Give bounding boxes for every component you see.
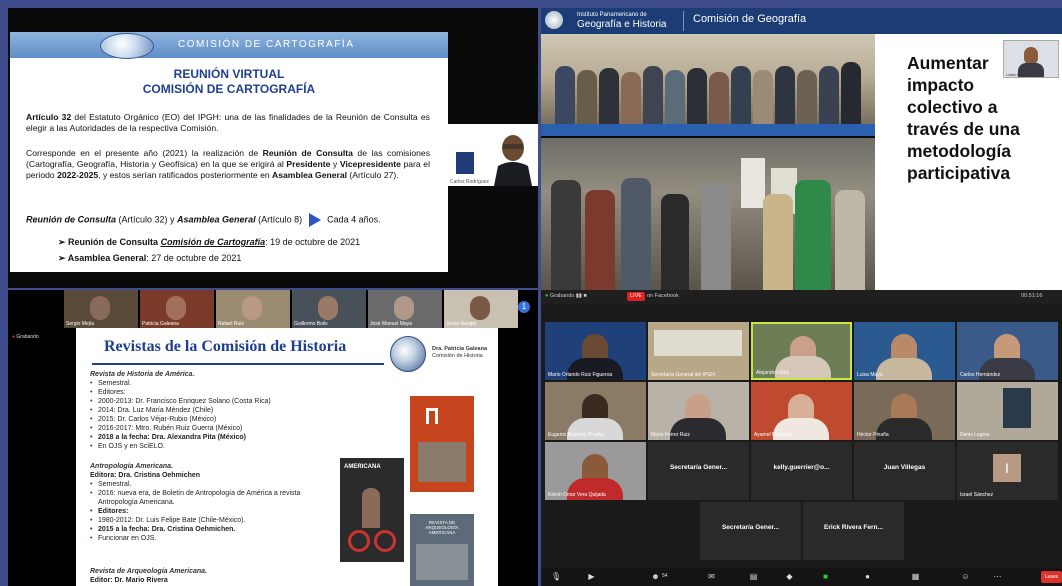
slide-paragraph-1: Artículo 32 del Estatuto Orgánico (EO) d… (26, 112, 430, 133)
banner-title: COMISIÓN DE CARTOGRAFÍA (178, 39, 355, 50)
participant-tile-no-video[interactable]: Secretaría Gener... (648, 442, 749, 500)
slide-title: Revistas de la Comisión de Historia (104, 338, 347, 355)
journal-cover-antropologia: AMERICANA (340, 458, 404, 562)
participant-thumb[interactable]: José Manuel Maya (368, 290, 442, 328)
participant-tile[interactable]: Denis Legros (957, 382, 1058, 440)
org-name: Instituto Panamericano de Geografía e Hi… (577, 12, 667, 30)
presenter-name: Carlos Rodríguez (450, 179, 489, 185)
participant-tile-no-video[interactable]: Juan Villegas (854, 442, 955, 500)
slide-banner: COMISIÓN DE CARTOGRAFÍA (10, 32, 448, 59)
arrow-right-icon (308, 213, 321, 227)
participant-tile[interactable]: Eugenio Rolando Pinaña (545, 382, 646, 440)
participant-thumb[interactable]: Jesús Rangel (444, 290, 518, 328)
slide-bullet-1: ➢ Reunión de Consulta Comisión de Cartog… (58, 237, 361, 247)
leave-button[interactable]: Leave (1041, 571, 1062, 583)
participant-thumb[interactable]: Rafael Ruiz (216, 290, 290, 328)
ipgh-logo (456, 152, 474, 174)
recording-indicator: ● Grabando (12, 334, 39, 340)
participant-tile[interactable]: Carlos Hernández (957, 322, 1058, 380)
slide-line-3: Reunión de Consulta (Artículo 32) y Asam… (26, 213, 381, 227)
title-rule (92, 363, 384, 365)
recording-indicator: ● Grabando ▮▮ ■ (545, 293, 587, 299)
header-divider (683, 11, 684, 31)
participant-tile-no-video[interactable]: kelly.guerrier@o... (751, 442, 852, 500)
ipgh-globe-logo (545, 11, 563, 29)
participant-tile[interactable]: Luisa Mayo (854, 322, 955, 380)
slogan-text: Aumentar impacto colectivo a través de u… (907, 53, 1020, 183)
antropologia-block: Antropología Americana. Editora: Dra. Cr… (90, 462, 340, 543)
more-icon[interactable]: ⋯ (993, 572, 1002, 581)
zoom-top-bar: ● Grabando ▮▮ ■ LIVE on Facebook 00:51:1… (541, 290, 1062, 304)
zoom-toolbar: 🎙 ▶ ☻ 54 ✉ ▤ ◆ ■ ● ▦ ☺ ⋯ Leave (541, 568, 1062, 586)
event-photo (541, 138, 875, 290)
live-badge: LIVE (627, 292, 645, 301)
chat-bubble-icon[interactable]: ◆ (785, 572, 794, 581)
participant-thumb[interactable]: Guillermo Boils (292, 290, 366, 328)
slide-bullet-2: ➢ Asamblea General: 27 de octubre de 202… (58, 253, 242, 263)
meeting-timer: 00:51:16 (1021, 293, 1043, 299)
revista-historia-block: Revista de Historia de América. Semestra… (90, 370, 340, 451)
more-participants-button[interactable]: 1 (518, 301, 530, 313)
slogan-slide: Luisa Mayo Aumentar impacto colectivo a … (875, 34, 1062, 290)
slide-title-2: COMISIÓN DE CARTOGRAFÍA (142, 82, 316, 96)
participant-tile[interactable]: Héctor Pinaña (854, 382, 955, 440)
shared-slide-cartografia: COMISIÓN DE CARTOGRAFÍA REUNIÓN VIRTUAL … (10, 32, 448, 272)
participant-tile-no-video[interactable]: Secretaría Gener... (700, 502, 801, 560)
journal-cover-arqueologia: REVISTA DE ARQUEOLOGÍA AMERICANA (410, 514, 474, 586)
slide-paragraph-2: Corresponde en el presente año (2021) la… (26, 148, 431, 180)
breakout-rooms-icon[interactable]: ▦ (911, 572, 920, 581)
chat-icon[interactable]: ✉ (707, 572, 716, 581)
participant-count: 54 (662, 573, 668, 579)
participant-tile[interactable]: Kelvin Omar Vera Quijada (545, 442, 646, 500)
share-screen-icon[interactable]: ■ (821, 572, 830, 581)
participant-tile[interactable]: Mario Ferrer Ruiz (648, 382, 749, 440)
participant-thumb[interactable]: Sergio Mejía (64, 290, 138, 328)
arqueologia-block: Revista de Arqueología Americana. Editor… (90, 568, 207, 584)
shared-slide-historia: Revistas de la Comisión de Historia Dra.… (76, 328, 498, 586)
participant-thumbnail-strip: Sergio Mejía Patricia Galeana Rafael Rui… (64, 290, 536, 330)
participant-tile[interactable]: Secretaría General del IPGH (648, 322, 749, 380)
commission-name: Comisión de Geografía (693, 13, 807, 25)
participant-tile-initial[interactable]: I Israel Sánchez (957, 442, 1058, 500)
participant-tile[interactable]: Ayamel Palacios (751, 382, 852, 440)
participant-tile-active-speaker[interactable]: Alejandra Ortiz (751, 322, 852, 380)
video-panel-cartografia[interactable]: COMISIÓN DE CARTOGRAFÍA REUNIÓN VIRTUAL … (8, 8, 538, 288)
video-panel-geografia[interactable]: Instituto Panamericano de Geografía e Hi… (541, 8, 1062, 290)
polls-icon[interactable]: ▤ (749, 572, 758, 581)
group-photo (541, 34, 875, 136)
microphone-icon[interactable]: 🎙 (551, 572, 561, 581)
video-panel-historia[interactable]: Sergio Mejía Patricia Galeana Rafael Rui… (8, 290, 538, 586)
record-icon[interactable]: ● (863, 572, 872, 581)
participant-tile[interactable]: Mario Orlando Ruiz Figueroa (545, 322, 646, 380)
video-camera-icon[interactable]: ▶ (587, 572, 596, 581)
presenter-credit: Dra. Patricia Galeana Comisión de Histor… (432, 346, 488, 359)
ipgh-globe-logo (390, 336, 426, 372)
presenter-avatar (494, 135, 532, 186)
video-panel-zoom-gallery[interactable]: ● Grabando ▮▮ ■ LIVE on Facebook 00:51:1… (541, 290, 1062, 586)
reactions-icon[interactable]: ☺ (961, 572, 970, 581)
participant-tile-no-video[interactable]: Erick Rivera Fern... (803, 502, 904, 560)
ipgh-globe-logo (100, 33, 154, 59)
live-destination: on Facebook (647, 293, 679, 299)
participant-thumb[interactable]: Patricia Galeana (140, 290, 214, 328)
participants-icon[interactable]: ☻ (651, 572, 660, 581)
presenter-video-thumbnail[interactable]: Carlos Rodríguez (448, 124, 538, 186)
geo-header: Instituto Panamericano de Geografía e Hi… (541, 8, 1062, 34)
slide-title-1: REUNIÓN VIRTUAL (173, 67, 285, 81)
journal-cover-historia (410, 396, 474, 492)
